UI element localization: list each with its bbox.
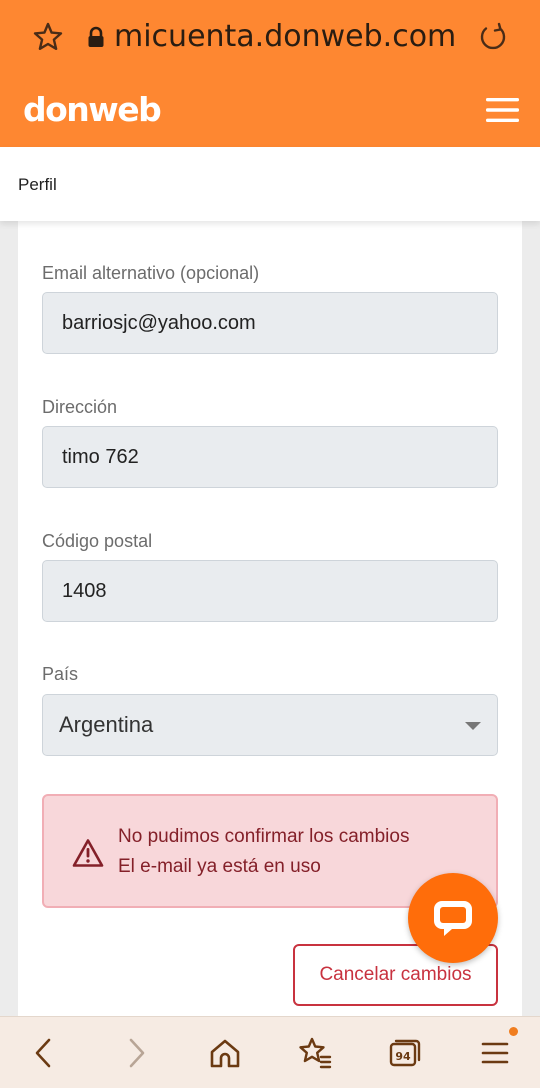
alert-title: No pudimos confirmar los cambios bbox=[118, 826, 410, 847]
browser-bottom-nav: 94 bbox=[0, 1016, 540, 1088]
bookmarks-icon[interactable] bbox=[297, 1035, 333, 1071]
back-icon[interactable] bbox=[26, 1035, 62, 1071]
donweb-logo[interactable]: donweb bbox=[23, 90, 162, 129]
country-select-value: Argentina bbox=[59, 712, 154, 737]
chat-icon bbox=[434, 901, 472, 936]
postal-code-label: Código postal bbox=[42, 531, 153, 551]
chat-button[interactable] bbox=[408, 873, 498, 963]
site-header: donweb bbox=[0, 72, 540, 147]
alt-email-label: Email alternativo (opcional) bbox=[42, 263, 260, 283]
tab-count: 94 bbox=[395, 1050, 411, 1063]
hamburger-menu-icon[interactable] bbox=[486, 97, 519, 123]
notification-dot bbox=[509, 1027, 518, 1036]
country-label: País bbox=[42, 664, 79, 684]
breadcrumb: Perfil bbox=[0, 147, 540, 221]
url-text[interactable]: micuenta.donweb.com bbox=[114, 14, 464, 60]
alert-message: El e-mail ya está en uso bbox=[118, 856, 321, 877]
reload-icon[interactable] bbox=[478, 22, 508, 52]
browser-menu-icon[interactable] bbox=[478, 1035, 514, 1071]
lock-icon bbox=[88, 26, 104, 47]
chevron-down-icon bbox=[465, 722, 481, 730]
address-field[interactable]: timo 762 bbox=[42, 426, 498, 488]
alt-email-field[interactable]: barriosjc@yahoo.com bbox=[42, 292, 498, 354]
tabs-icon[interactable]: 94 bbox=[387, 1035, 423, 1071]
address-label: Dirección bbox=[42, 397, 118, 417]
star-icon[interactable] bbox=[32, 21, 64, 53]
warning-icon bbox=[72, 839, 104, 867]
postal-code-field[interactable]: 1408 bbox=[42, 560, 498, 622]
home-icon[interactable] bbox=[207, 1035, 243, 1071]
browser-url-bar: micuenta.donweb.com bbox=[0, 0, 540, 72]
country-select[interactable]: Argentina bbox=[42, 694, 498, 756]
forward-icon[interactable] bbox=[118, 1035, 154, 1071]
breadcrumb-current: Perfil bbox=[18, 175, 57, 194]
